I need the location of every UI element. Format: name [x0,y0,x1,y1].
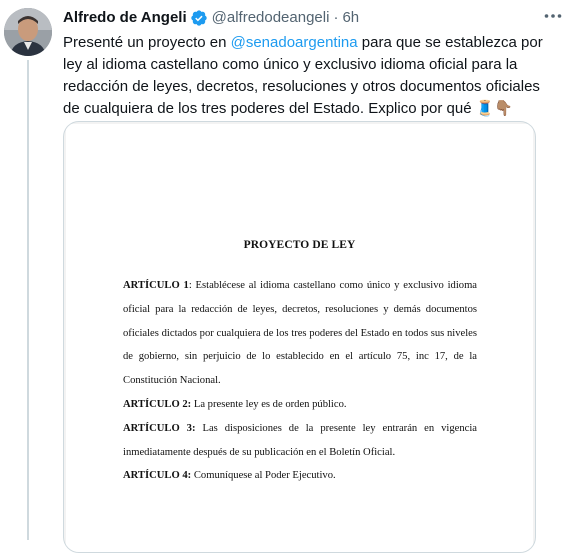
more-options-icon [544,14,562,18]
article-paragraph: ARTÍCULO 1: Establécese al idioma castel… [123,274,477,393]
tweet-header: Alfredo de Angeli @alfredodeangeli · 6h [63,8,562,28]
article-paragraph: ARTÍCULO 4: Comuníquese al Poder Ejecuti… [123,464,477,488]
tweet-text: Presenté un proyecto en @senadoargentina… [63,32,559,120]
article-text: Establécese al idioma castellano como ún… [123,280,478,387]
article-paragraph: ARTÍCULO 2: La presente ley es de orden … [123,393,477,417]
tweet-text-intro: Presenté un proyecto en [63,34,231,51]
article-label: ARTÍCULO 3: [123,422,196,434]
article-paragraph: ARTÍCULO 3: Las disposiciones de la pres… [123,417,477,465]
article-separator: : [188,280,196,291]
article-text: Comuníquese al Poder Ejecutivo. [193,470,336,482]
author-avatar[interactable] [4,8,52,56]
mention-link[interactable]: @senadoargentina [231,34,358,51]
tweet-timestamp[interactable]: 6h [342,8,359,28]
thread-connector-line [27,60,29,540]
article-label: ARTÍCULO 1 [123,280,189,291]
document-title: PROYECTO DE LEY [243,239,356,251]
article-label: ARTÍCULO 4: [123,470,192,482]
avatar-photo-icon [4,8,52,56]
more-options-button[interactable] [540,6,566,26]
author-handle[interactable]: @alfredodeangeli [212,8,330,28]
document-page: PROYECTO DE LEY ARTÍCULO 1: Establécese … [66,124,533,552]
header-separator: · [333,9,339,26]
author-name[interactable]: Alfredo de Angeli [63,8,187,28]
article-text: La presente ley es de orden público. [193,398,347,410]
article-label: ARTÍCULO 2: [123,398,192,410]
verified-badge-icon [190,10,207,26]
attached-image[interactable]: PROYECTO DE LEY ARTÍCULO 1: Establécese … [63,121,536,553]
document-body: ARTÍCULO 1: Establécese al idioma castel… [123,274,477,488]
